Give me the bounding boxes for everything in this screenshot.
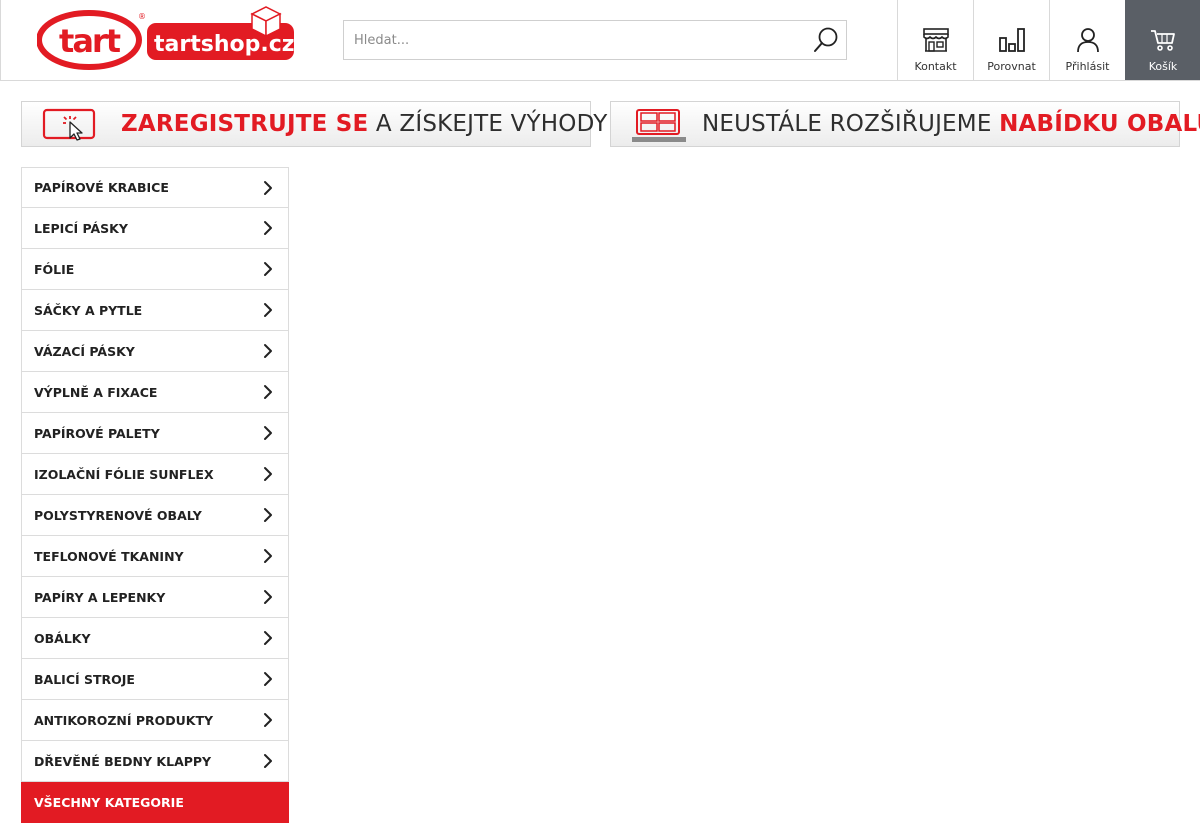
user-icon <box>1076 28 1099 53</box>
sidebar-category-label: LEPICÍ PÁSKY <box>34 220 128 236</box>
sidebar-category-label: TEFLONOVÉ TKANINY <box>34 548 184 564</box>
packaging-banner-highlight: NABÍDKU OBALŮ <box>999 111 1200 137</box>
sidebar-category-item[interactable]: BALICÍ STROJE <box>21 659 289 700</box>
all-categories-button[interactable]: VŠECHNY KATEGORIE <box>21 782 289 823</box>
store-icon <box>922 28 949 52</box>
sidebar-category-label: PAPÍROVÉ KRABICE <box>34 180 169 195</box>
sidebar-category-item[interactable]: DŘEVĚNÉ BEDNY KLAPPY <box>21 741 289 782</box>
site-header: tart ® tartshop.cz Hledat... Kontakt Por… <box>0 0 1200 81</box>
logo-mark-text: tart <box>59 22 121 60</box>
register-banner-text: ZAREGISTRUJTE SE A ZÍSKEJTE VÝHODY <box>121 111 608 137</box>
sidebar-category-item[interactable]: OBÁLKY <box>21 618 289 659</box>
chevron-right-icon <box>264 508 272 522</box>
sidebar-category-label: VÝPLNĚ A FIXACE <box>34 384 158 400</box>
chevron-right-icon <box>264 467 272 481</box>
chevron-right-icon <box>264 426 272 440</box>
chevron-right-icon <box>264 303 272 317</box>
sidebar-category-item[interactable]: POLYSTYRENOVÉ OBALY <box>21 495 289 536</box>
sidebar-category-label: ANTIKOROZNÍ PRODUKTY <box>34 712 214 728</box>
chevron-right-icon <box>264 754 272 768</box>
register-banner-highlight: ZAREGISTRUJTE SE <box>121 111 369 137</box>
chevron-right-icon <box>264 631 272 645</box>
sidebar-category-item[interactable]: SÁČKY A PYTLE <box>21 290 289 331</box>
logo-brand-text: tartshop.cz <box>154 32 295 57</box>
nav-login-label: Přihlásit <box>1065 60 1110 73</box>
sidebar-category-item[interactable]: VÁZACÍ PÁSKY <box>21 331 289 372</box>
sidebar-category-label: FÓLIE <box>34 261 75 277</box>
packaging-banner[interactable]: NEUSTÁLE ROZŠIŘUJEME NABÍDKU OBALŮ <box>610 101 1200 147</box>
search-button[interactable] <box>806 21 846 59</box>
sidebar-category-item[interactable]: FÓLIE <box>21 249 289 290</box>
register-banner-rest: A ZÍSKEJTE VÝHODY <box>368 111 608 137</box>
all-categories-label: VŠECHNY KATEGORIE <box>34 794 184 810</box>
sidebar-category-label: BALICÍ STROJE <box>34 671 135 687</box>
chevron-right-icon <box>264 713 272 727</box>
svg-text:®: ® <box>138 12 146 21</box>
sidebar-category-item[interactable]: PAPÍROVÉ KRABICE <box>21 167 289 208</box>
sidebar-category-item[interactable]: PAPÍRY A LEPENKY <box>21 577 289 618</box>
sidebar-category-label: PAPÍROVÉ PALETY <box>34 425 160 441</box>
packaging-banner-rest: NEUSTÁLE ROZŠIŘUJEME <box>702 111 1000 137</box>
compare-chart-icon <box>998 28 1025 52</box>
chevron-right-icon <box>264 262 272 276</box>
packaging-banner-text: NEUSTÁLE ROZŠIŘUJEME NABÍDKU OBALŮ <box>702 111 1200 137</box>
sidebar-category-item[interactable]: PAPÍROVÉ PALETY <box>21 413 289 454</box>
sidebar-category-item[interactable]: VÝPLNĚ A FIXACE <box>21 372 289 413</box>
sidebar-category-item[interactable]: TEFLONOVÉ TKANINY <box>21 536 289 577</box>
register-banner[interactable]: ZAREGISTRUJTE SE A ZÍSKEJTE VÝHODY <box>21 101 607 147</box>
chevron-right-icon <box>264 221 272 235</box>
chevron-right-icon <box>264 180 272 195</box>
sidebar-category-label: POLYSTYRENOVÉ OBALY <box>34 507 202 523</box>
sidebar-category-label: IZOLAČNÍ FÓLIE SUNFLEX <box>34 466 214 482</box>
search-input[interactable] <box>344 21 804 59</box>
nav-contact[interactable]: Kontakt <box>897 0 973 80</box>
nav-login[interactable]: Přihlásit <box>1049 0 1125 80</box>
chevron-right-icon <box>264 590 272 604</box>
click-screen-icon <box>42 108 96 141</box>
nav-compare-label: Porovnat <box>987 60 1036 73</box>
chevron-right-icon <box>264 549 272 563</box>
nav-contact-label: Kontakt <box>914 60 957 73</box>
sidebar-category-label: OBÁLKY <box>34 630 91 646</box>
tartshop-logo-icon: tart ® tartshop.cz <box>36 6 295 70</box>
sidebar-category-label: SÁČKY A PYTLE <box>34 302 143 318</box>
nav-cart[interactable]: Košík <box>1125 0 1200 80</box>
sidebar-category-label: DŘEVĚNÉ BEDNY KLAPPY <box>34 753 212 769</box>
grid-boxes-icon <box>632 109 686 142</box>
sidebar-category-item[interactable]: LEPICÍ PÁSKY <box>21 208 289 249</box>
nav-cart-label: Košík <box>1148 60 1178 73</box>
sidebar-category-label: VÁZACÍ PÁSKY <box>34 343 135 359</box>
chevron-right-icon <box>264 672 272 686</box>
category-sidebar: PAPÍROVÉ KRABICE LEPICÍ PÁSKY FÓLIE SÁČKY A… <box>21 167 289 823</box>
cart-icon <box>1151 30 1175 51</box>
chevron-right-icon <box>264 385 272 399</box>
sidebar-category-item[interactable]: IZOLAČNÍ FÓLIE SUNFLEX <box>21 454 289 495</box>
sidebar-category-label: PAPÍRY A LEPENKY <box>34 589 166 605</box>
search-bar <box>343 20 847 60</box>
chevron-right-icon <box>264 344 272 358</box>
sidebar-category-item[interactable]: ANTIKOROZNÍ PRODUKTY <box>21 700 289 741</box>
search-icon <box>814 27 838 52</box>
nav-compare[interactable]: Porovnat <box>973 0 1049 80</box>
site-logo[interactable]: tart ® tartshop.cz <box>36 6 297 70</box>
